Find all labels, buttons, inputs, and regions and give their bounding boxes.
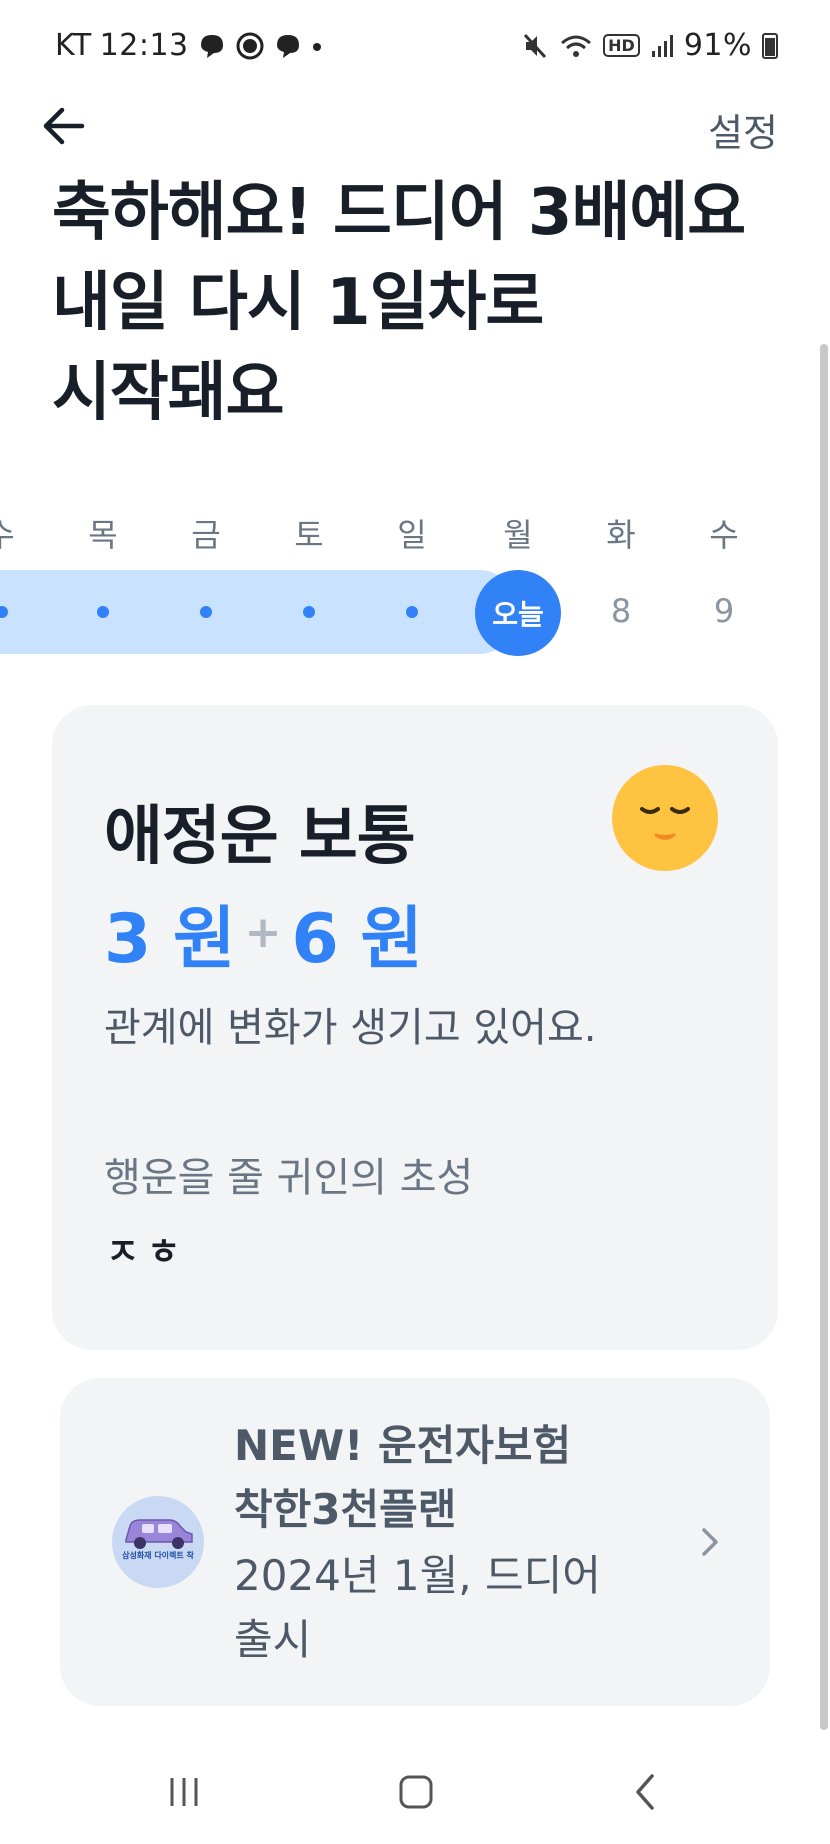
page-title: 축하해요! 드디어 3배예요 내일 다시 1일차로 시작돼요 xyxy=(52,168,792,438)
day-label: 월 xyxy=(503,516,533,554)
battery-percent: 91% xyxy=(683,28,752,63)
base-reward: 3 원 xyxy=(104,900,236,979)
day-label: 토 xyxy=(294,516,324,554)
headline-line-1: 축하해요! 드디어 3배예요 xyxy=(52,176,746,250)
arrow-left-icon xyxy=(43,107,85,145)
ad-subtitle-line-1: 2024년 1월, 드디어 xyxy=(234,1551,601,1600)
streak-band xyxy=(0,570,520,654)
day-label: 수 xyxy=(709,516,739,554)
home-button[interactable] xyxy=(386,1762,446,1822)
scrollbar[interactable] xyxy=(820,344,828,1730)
insurance-logo: 삼성화재 다이렉트 착 xyxy=(112,1496,204,1588)
m-circle-icon xyxy=(236,32,264,59)
bonus-reward: 6 원 xyxy=(291,900,423,979)
ad-title-line-1: NEW! 운전자보험 xyxy=(234,1421,572,1470)
day-label: 일 xyxy=(397,516,427,554)
mute-icon xyxy=(524,33,547,58)
reward-amounts: 3 원 + 6 원 xyxy=(104,883,423,982)
ad-title: NEW! 운전자보험 착한3천플랜 xyxy=(234,1414,654,1542)
recent-apps-icon xyxy=(170,1778,198,1806)
status-bar: KT 12:13 HD 91% xyxy=(0,0,830,92)
talk-notification-icon-2 xyxy=(276,34,299,58)
wifi-icon xyxy=(561,35,592,57)
attendance-week-strip: 수 목 금 토 일 월 화 수 오늘 8 9 xyxy=(0,500,820,660)
attended-dot xyxy=(200,606,212,618)
recent-apps-button[interactable] xyxy=(154,1762,214,1822)
today-badge: 오늘 xyxy=(475,570,561,656)
day-label: 목 xyxy=(88,516,118,554)
attended-dot xyxy=(303,606,315,618)
headline-line-3: 시작돼요 xyxy=(52,356,285,430)
more-notifications-dot-icon xyxy=(312,42,321,51)
attended-dot xyxy=(97,606,109,618)
future-day-number: 9 xyxy=(713,592,735,630)
insurance-logo-text: 삼성화재 다이렉트 착 xyxy=(122,1551,194,1560)
insurance-ad-banner[interactable]: 삼성화재 다이렉트 착 NEW! 운전자보험 착한3천플랜 2024년 1월, … xyxy=(60,1378,770,1706)
day-label: 화 xyxy=(606,516,636,554)
carrier-label: KT xyxy=(55,28,92,63)
chevron-left-icon xyxy=(636,1774,654,1810)
talk-notification-icon xyxy=(200,34,223,58)
headline-line-2: 내일 다시 1일차로 xyxy=(52,266,544,340)
fortune-title: 애정운 보통 xyxy=(104,800,416,874)
ad-subtitle: 2024년 1월, 드디어 출시 xyxy=(234,1544,654,1672)
helper-initials-label: 행운을 줄 귀인의 초성 xyxy=(104,1155,474,1201)
future-day-number: 8 xyxy=(610,592,632,630)
ad-title-line-2: 착한3천플랜 xyxy=(234,1485,457,1534)
battery-icon xyxy=(762,32,778,59)
helper-initials: ㅈㅎ xyxy=(106,1232,189,1273)
status-left: KT 12:13 xyxy=(55,28,323,63)
plus-sign: + xyxy=(244,907,282,958)
system-navigation-bar xyxy=(0,1740,830,1844)
home-icon xyxy=(399,1775,433,1809)
day-label: 수 xyxy=(0,510,30,556)
back-button[interactable] xyxy=(36,98,92,154)
status-right: HD 91% xyxy=(521,28,778,63)
chevron-right-icon xyxy=(702,1528,718,1556)
fortune-card: 애정운 보통 3 원 + 6 원 관계에 변화가 생기고 있어요. 행운을 줄 … xyxy=(52,705,778,1350)
fortune-description: 관계에 변화가 생기고 있어요. xyxy=(104,1005,597,1051)
settings-button[interactable]: 설정 xyxy=(708,102,778,157)
ad-subtitle-line-2: 출시 xyxy=(234,1615,312,1664)
sleepy-moon-face-icon xyxy=(612,765,718,871)
clock: 12:13 xyxy=(99,28,189,63)
day-label: 금 xyxy=(191,516,221,554)
screen: KT 12:13 HD 91% 설정 축하해요! 드디어 3배예요 내일 다시 … xyxy=(0,0,830,1844)
attended-dot xyxy=(406,606,418,618)
signal-icon xyxy=(651,34,673,57)
hd-voice-badge: HD xyxy=(603,34,640,57)
system-back-button[interactable] xyxy=(616,1762,676,1822)
